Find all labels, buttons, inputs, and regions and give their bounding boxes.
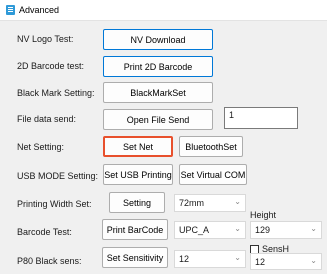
app-window-icon xyxy=(6,5,15,15)
barcode-type-value: UPC_A xyxy=(179,225,210,235)
barcode-test-label: Barcode Test: xyxy=(17,227,72,237)
print-2d-barcode-button[interactable]: Print 2D Barcode xyxy=(103,56,213,77)
p80-black-sens-label: P80 Black sens: xyxy=(17,256,82,266)
set-virtual-com-button[interactable]: Set Virtual COM xyxy=(179,164,247,185)
chevron-down-icon: ⌄ xyxy=(310,224,317,233)
sensitivity-select[interactable]: 12 ⌄ xyxy=(174,250,246,268)
set-usb-printing-button[interactable]: Set USB Printing xyxy=(103,164,173,185)
print-barcode-button[interactable]: Print BarCode xyxy=(102,219,168,240)
barcode-2d-test-label: 2D Barcode test: xyxy=(17,61,85,71)
window-title: Advanced xyxy=(19,5,60,15)
net-setting-label: Net Setting: xyxy=(17,142,65,152)
barcode-height-select[interactable]: 129 ⌄ xyxy=(250,221,322,239)
black-mark-setting-label: Black Mark Setting: xyxy=(17,88,95,98)
chevron-down-icon: ⌄ xyxy=(234,197,241,206)
sensh-value: 12 xyxy=(255,257,266,267)
barcode-height-value: 129 xyxy=(255,225,271,235)
barcode-type-select[interactable]: UPC_A ⌄ xyxy=(174,221,246,239)
set-net-button[interactable]: Set Net xyxy=(103,136,173,157)
bluetooth-set-button[interactable]: BluetoothSet xyxy=(179,136,243,157)
nv-logo-test-label: NV Logo Test: xyxy=(17,34,74,44)
sensh-select[interactable]: 12 ⌄ xyxy=(250,253,322,270)
chevron-down-icon: ⌄ xyxy=(234,253,241,262)
file-send-value-input[interactable]: 1 xyxy=(224,107,298,129)
sensitivity-value: 12 xyxy=(179,254,190,264)
file-data-send-label: File data send: xyxy=(17,114,77,124)
printing-width-value: 72mm xyxy=(179,198,205,208)
height-label: Height xyxy=(250,210,277,220)
usb-mode-setting-label: USB MODE Setting: xyxy=(17,171,99,181)
chevron-down-icon: ⌄ xyxy=(234,224,241,233)
nv-download-button[interactable]: NV Download xyxy=(103,29,213,50)
open-file-send-button[interactable]: Open File Send xyxy=(103,109,213,130)
chevron-down-icon: ⌄ xyxy=(310,256,317,265)
title-bar: Advanced xyxy=(0,0,327,21)
printing-width-select[interactable]: 72mm ⌄ xyxy=(174,194,246,212)
black-mark-set-button[interactable]: BlackMarkSet xyxy=(103,82,213,103)
set-sensitivity-button[interactable]: Set Sensitivity xyxy=(102,247,168,268)
printing-width-set-label: Printing Width Set: xyxy=(17,199,92,209)
width-setting-button[interactable]: Setting xyxy=(109,192,165,213)
